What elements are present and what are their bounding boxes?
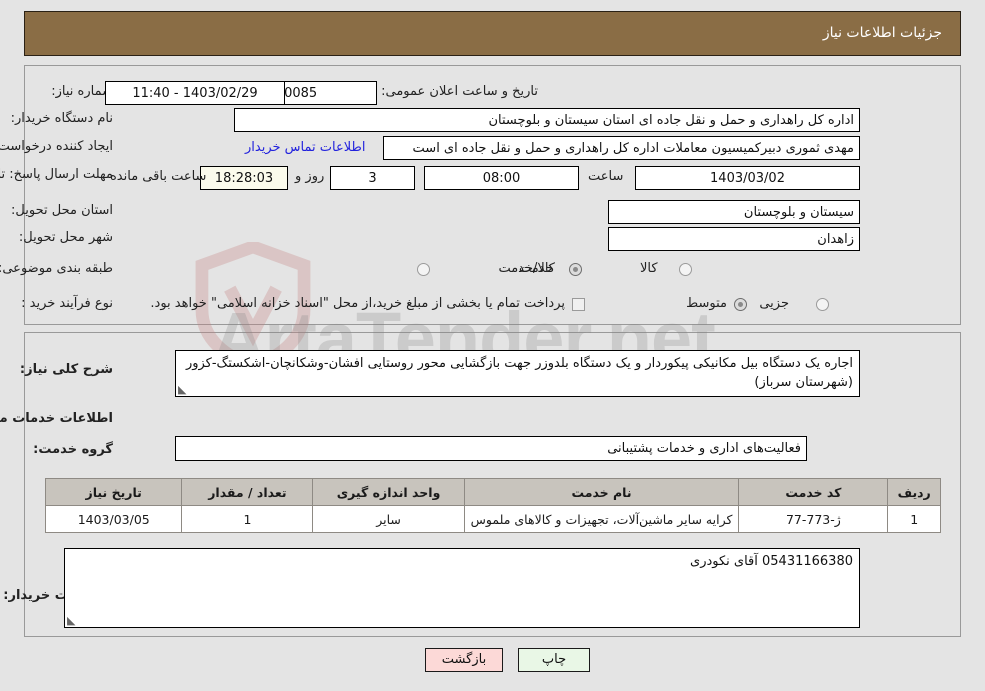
back-button[interactable]: بازگشت [425,648,503,672]
page-title: جزئیات اطلاعات نیاز [822,25,942,41]
th-service-code: کد خدمت [738,478,889,506]
radio-process-jozei-label: جزیی [759,296,789,311]
delivery-province-value[interactable]: سیستان و بلوچستان [608,200,860,224]
services-table: ردیف کد خدمت نام خدمت واحد اندازه گیری ت… [44,478,941,533]
th-row: ردیف [887,478,941,506]
deadline-date-value[interactable]: 1403/03/02 [635,166,860,190]
radio-category-kala-khedmat-label: کالا/خدمت [498,261,555,276]
delivery-city-label: شهر محل تحویل: [18,230,113,245]
remaining-time-label: ساعت باقی مانده [110,169,207,184]
remaining-days-value[interactable]: 3 [330,166,415,190]
need-summary-text: اجاره یک دستگاه بیل مکانیکی پیکوردار و ی… [185,356,853,390]
deadline-hour-value[interactable]: 08:00 [424,166,579,190]
radio-category-kala-khedmat[interactable] [417,263,430,276]
table-row[interactable]: 1 ژ-773-77 کرایه سایر ماشین‌آلات، تجهیزا… [44,505,941,533]
th-unit: واحد اندازه گیری [312,478,465,506]
subject-category-label: طبقه بندی موضوعی: [0,261,113,276]
buyer-notes-text: 05431166380 آقای نکودری [690,554,853,569]
purchase-process-label: نوع فرآیند خرید : [21,296,113,311]
services-info-title: اطلاعات خدمات مورد نیاز [0,411,113,426]
radio-process-motavaset-label: متوسط [686,296,727,311]
radio-category-kala[interactable] [679,263,692,276]
deadline-hour-label: ساعت [588,169,624,184]
td-unit: سایر [312,505,465,533]
need-summary-textarea[interactable]: اجاره یک دستگاه بیل مکانیکی پیکوردار و ی… [175,350,860,397]
service-group-label: گروه خدمت: [33,442,113,457]
buyer-org-value[interactable]: اداره کل راهداری و حمل و نقل جاده ای است… [234,108,860,132]
request-creator-value[interactable]: مهدی ثموری دبیرکمیسیون معاملات اداره کل … [383,136,860,160]
td-quantity: 1 [181,505,314,533]
need-summary-label: شرح کلی نیاز: [19,362,113,377]
radio-category-khedmat[interactable] [569,263,582,276]
radio-process-jozei[interactable] [816,298,829,311]
td-service-name: کرایه سایر ماشین‌آلات، تجهیزات و کالاهای… [463,505,740,533]
treasury-documents-label: پرداخت تمام یا بخشی از مبلغ خرید،از محل … [150,296,565,311]
page-root: ArtaTender.net جزئیات اطلاعات نیاز شماره… [0,0,985,691]
buyer-notes-textarea[interactable]: 05431166380 آقای نکودری ◢ [64,548,860,628]
radio-process-motavaset[interactable] [734,298,747,311]
request-creator-label: ایجاد کننده درخواست: [0,139,113,154]
th-quantity: تعداد / مقدار [181,478,314,506]
remaining-time-value: 18:28:03 [200,166,288,190]
table-header-row: ردیف کد خدمت نام خدمت واحد اندازه گیری ت… [44,478,941,506]
td-service-code: ژ-773-77 [738,505,889,533]
buyer-org-label: نام دستگاه خریدار: [10,111,113,126]
td-need-date: 1403/03/05 [44,505,183,533]
buyer-contact-link[interactable]: اطلاعات تماس خریدار [245,140,365,155]
treasury-documents-checkbox[interactable] [572,298,585,311]
remaining-days-label: روز و [295,169,325,184]
delivery-province-label: استان محل تحویل: [11,203,113,218]
print-button[interactable]: چاپ [518,648,590,672]
public-announce-value[interactable]: 1403/02/29 - 11:40 [105,81,285,105]
delivery-city-value[interactable]: زاهدان [608,227,860,251]
th-need-date: تاریخ نیاز [44,478,183,506]
notes-resize-grip-icon[interactable]: ◢ [67,614,79,627]
radio-category-kala-label: کالا [640,261,658,276]
need-number-label: شماره نیاز: [51,84,113,99]
public-announce-label: تاریخ و ساعت اعلان عمومی: [381,84,538,99]
service-group-value[interactable]: فعالیت‌های اداری و خدمات پشتیبانی [175,436,807,461]
page-header-bar: جزئیات اطلاعات نیاز [24,11,961,56]
deadline-label: مهلت ارسال پاسخ: تا تاریخ: [0,167,113,182]
td-row: 1 [887,505,941,533]
resize-grip-icon[interactable]: ◢ [178,383,190,396]
th-service-name: نام خدمت [463,478,740,506]
